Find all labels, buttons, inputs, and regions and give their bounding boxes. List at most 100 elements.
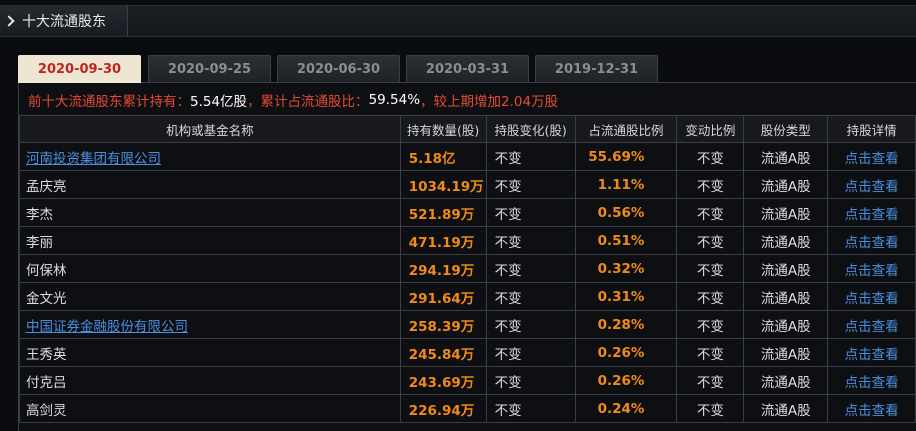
chevron-right-icon	[0, 15, 22, 27]
holding-quantity: 471.19万	[399, 226, 487, 255]
float-share-ratio: 0.28%	[574, 310, 678, 339]
table-row: 中国证券金融股份有限公司 258.39万 不变 0.28% 不变 流通A股 点击查看	[19, 310, 916, 339]
float-share-ratio: 0.24%	[574, 394, 678, 423]
share-type: 流通A股	[743, 282, 829, 311]
col-header-share-type: 股份类型	[743, 115, 829, 143]
float-share-ratio: 0.26%	[574, 338, 678, 367]
detail-link[interactable]: 点击查看	[827, 198, 916, 227]
detail-link[interactable]: 点击查看	[827, 310, 916, 339]
tab-2020-06-30[interactable]: 2020-06-30	[277, 55, 400, 82]
holding-change: 不变	[485, 366, 576, 395]
table-row: 李丽 471.19万 不变 0.51% 不变 流通A股 点击查看	[19, 226, 916, 255]
holder-name: 高剑灵	[19, 394, 401, 423]
table-header-row: 机构或基金名称 持有数量(股) 持股变化(股) 占流通股比例 变动比例 股份类型…	[19, 115, 916, 143]
col-header-name: 机构或基金名称	[19, 115, 401, 143]
holder-name: 付克吕	[19, 366, 401, 395]
detail-link[interactable]: 点击查看	[827, 226, 916, 255]
table-row: 高剑灵 226.94万 不变 0.24% 不变 流通A股 点击查看	[19, 394, 916, 423]
detail-link[interactable]: 点击查看	[827, 170, 916, 199]
col-header-quantity: 持有数量(股)	[399, 115, 487, 143]
col-header-detail: 持股详情	[827, 115, 916, 143]
summary-ratio: 59.54%	[368, 92, 421, 108]
ratio-change: 不变	[676, 254, 745, 283]
table-row: 王秀英 245.84万 不变 0.26% 不变 流通A股 点击查看	[19, 338, 916, 367]
summary-increase: 2.04万股	[501, 94, 559, 110]
tab-2019-12-31[interactable]: 2019-12-31	[535, 55, 658, 82]
float-share-ratio: 0.51%	[574, 226, 678, 255]
share-type: 流通A股	[743, 338, 829, 367]
share-type: 流通A股	[743, 226, 829, 255]
col-header-ratio: 占流通股比例	[574, 115, 678, 143]
holding-quantity: 258.39万	[399, 310, 487, 339]
ratio-change: 不变	[676, 310, 745, 339]
holding-change: 不变	[485, 394, 576, 423]
holding-change: 不变	[485, 254, 576, 283]
holding-quantity: 5.18亿	[399, 142, 487, 171]
holder-name: 金文光	[19, 282, 401, 311]
holder-name[interactable]: 河南投资集团有限公司	[19, 142, 401, 171]
table-row: 何保林 294.19万 不变 0.32% 不变 流通A股 点击查看	[19, 254, 916, 283]
holdings-summary: 前十大流通股东累计持有： 5.54亿股 ，累计占流通股比： 59.54% ，较上…	[28, 89, 558, 111]
ratio-change: 不变	[676, 366, 745, 395]
ratio-change: 不变	[676, 282, 745, 311]
holding-quantity: 1034.19万	[399, 170, 487, 199]
col-header-change: 持股变化(股)	[485, 115, 576, 143]
detail-link[interactable]: 点击查看	[827, 254, 916, 283]
share-type: 流通A股	[743, 254, 829, 283]
holding-quantity: 245.84万	[399, 338, 487, 367]
tab-2020-09-30[interactable]: 2020-09-30	[18, 55, 141, 83]
detail-link[interactable]: 点击查看	[827, 282, 916, 311]
ratio-change: 不变	[676, 394, 745, 423]
summary-text-2: ，累计占流通股比：	[247, 94, 369, 110]
holder-name[interactable]: 中国证券金融股份有限公司	[19, 310, 401, 339]
detail-link[interactable]: 点击查看	[827, 338, 916, 367]
section-header: 十大流通股东	[0, 5, 916, 37]
detail-link[interactable]: 点击查看	[827, 142, 916, 171]
holder-name: 王秀英	[19, 338, 401, 367]
ratio-change: 不变	[676, 338, 745, 367]
table-row: 金文光 291.64万 不变 0.31% 不变 流通A股 点击查看	[19, 282, 916, 311]
holding-quantity: 294.19万	[399, 254, 487, 283]
ratio-change: 不变	[676, 142, 745, 171]
share-type: 流通A股	[743, 310, 829, 339]
section-title: 十大流通股东	[22, 14, 106, 30]
holding-quantity: 521.89万	[399, 198, 487, 227]
ratio-change: 不变	[676, 198, 745, 227]
table-row: 李杰 521.89万 不变 0.56% 不变 流通A股 点击查看	[19, 198, 916, 227]
table-row: 付克吕 243.69万 不变 0.26% 不变 流通A股 点击查看	[19, 366, 916, 395]
float-share-ratio: 0.56%	[574, 198, 678, 227]
share-type: 流通A股	[743, 142, 829, 171]
holding-change: 不变	[485, 170, 576, 199]
ratio-change: 不变	[676, 170, 745, 199]
share-type: 流通A股	[743, 394, 829, 423]
section-title-box[interactable]: 十大流通股东	[0, 6, 128, 36]
holders-table: 机构或基金名称 持有数量(股) 持股变化(股) 占流通股比例 变动比例 股份类型…	[19, 115, 916, 423]
float-share-ratio: 0.32%	[574, 254, 678, 283]
holder-name: 李杰	[19, 198, 401, 227]
holding-quantity: 226.94万	[399, 394, 487, 423]
holding-change: 不变	[485, 282, 576, 311]
share-type: 流通A股	[743, 198, 829, 227]
summary-holding: 5.54亿股	[190, 94, 248, 110]
col-header-ratio-change: 变动比例	[676, 115, 745, 143]
float-share-ratio: 0.31%	[574, 282, 678, 311]
detail-link[interactable]: 点击查看	[827, 366, 916, 395]
holding-quantity: 291.64万	[399, 282, 487, 311]
holder-name: 李丽	[19, 226, 401, 255]
detail-link[interactable]: 点击查看	[827, 394, 916, 423]
holding-change: 不变	[485, 226, 576, 255]
table-row: 孟庆亮 1034.19万 不变 1.11% 不变 流通A股 点击查看	[19, 170, 916, 199]
holding-quantity: 243.69万	[399, 366, 487, 395]
tab-2020-03-31[interactable]: 2020-03-31	[406, 55, 529, 82]
float-share-ratio: 0.26%	[574, 366, 678, 395]
summary-text-3: ，较上期增加	[420, 94, 502, 110]
share-type: 流通A股	[743, 366, 829, 395]
table-row: 河南投资集团有限公司 5.18亿 不变 55.69% 不变 流通A股 点击查看	[19, 142, 916, 171]
ratio-change: 不变	[676, 226, 745, 255]
summary-text-1: 前十大流通股东累计持有：	[28, 94, 190, 110]
tab-2020-09-25[interactable]: 2020-09-25	[148, 55, 271, 82]
holder-name: 何保林	[19, 254, 401, 283]
float-share-ratio: 55.69%	[574, 142, 678, 171]
holding-change: 不变	[485, 338, 576, 367]
holding-change: 不变	[485, 142, 576, 171]
